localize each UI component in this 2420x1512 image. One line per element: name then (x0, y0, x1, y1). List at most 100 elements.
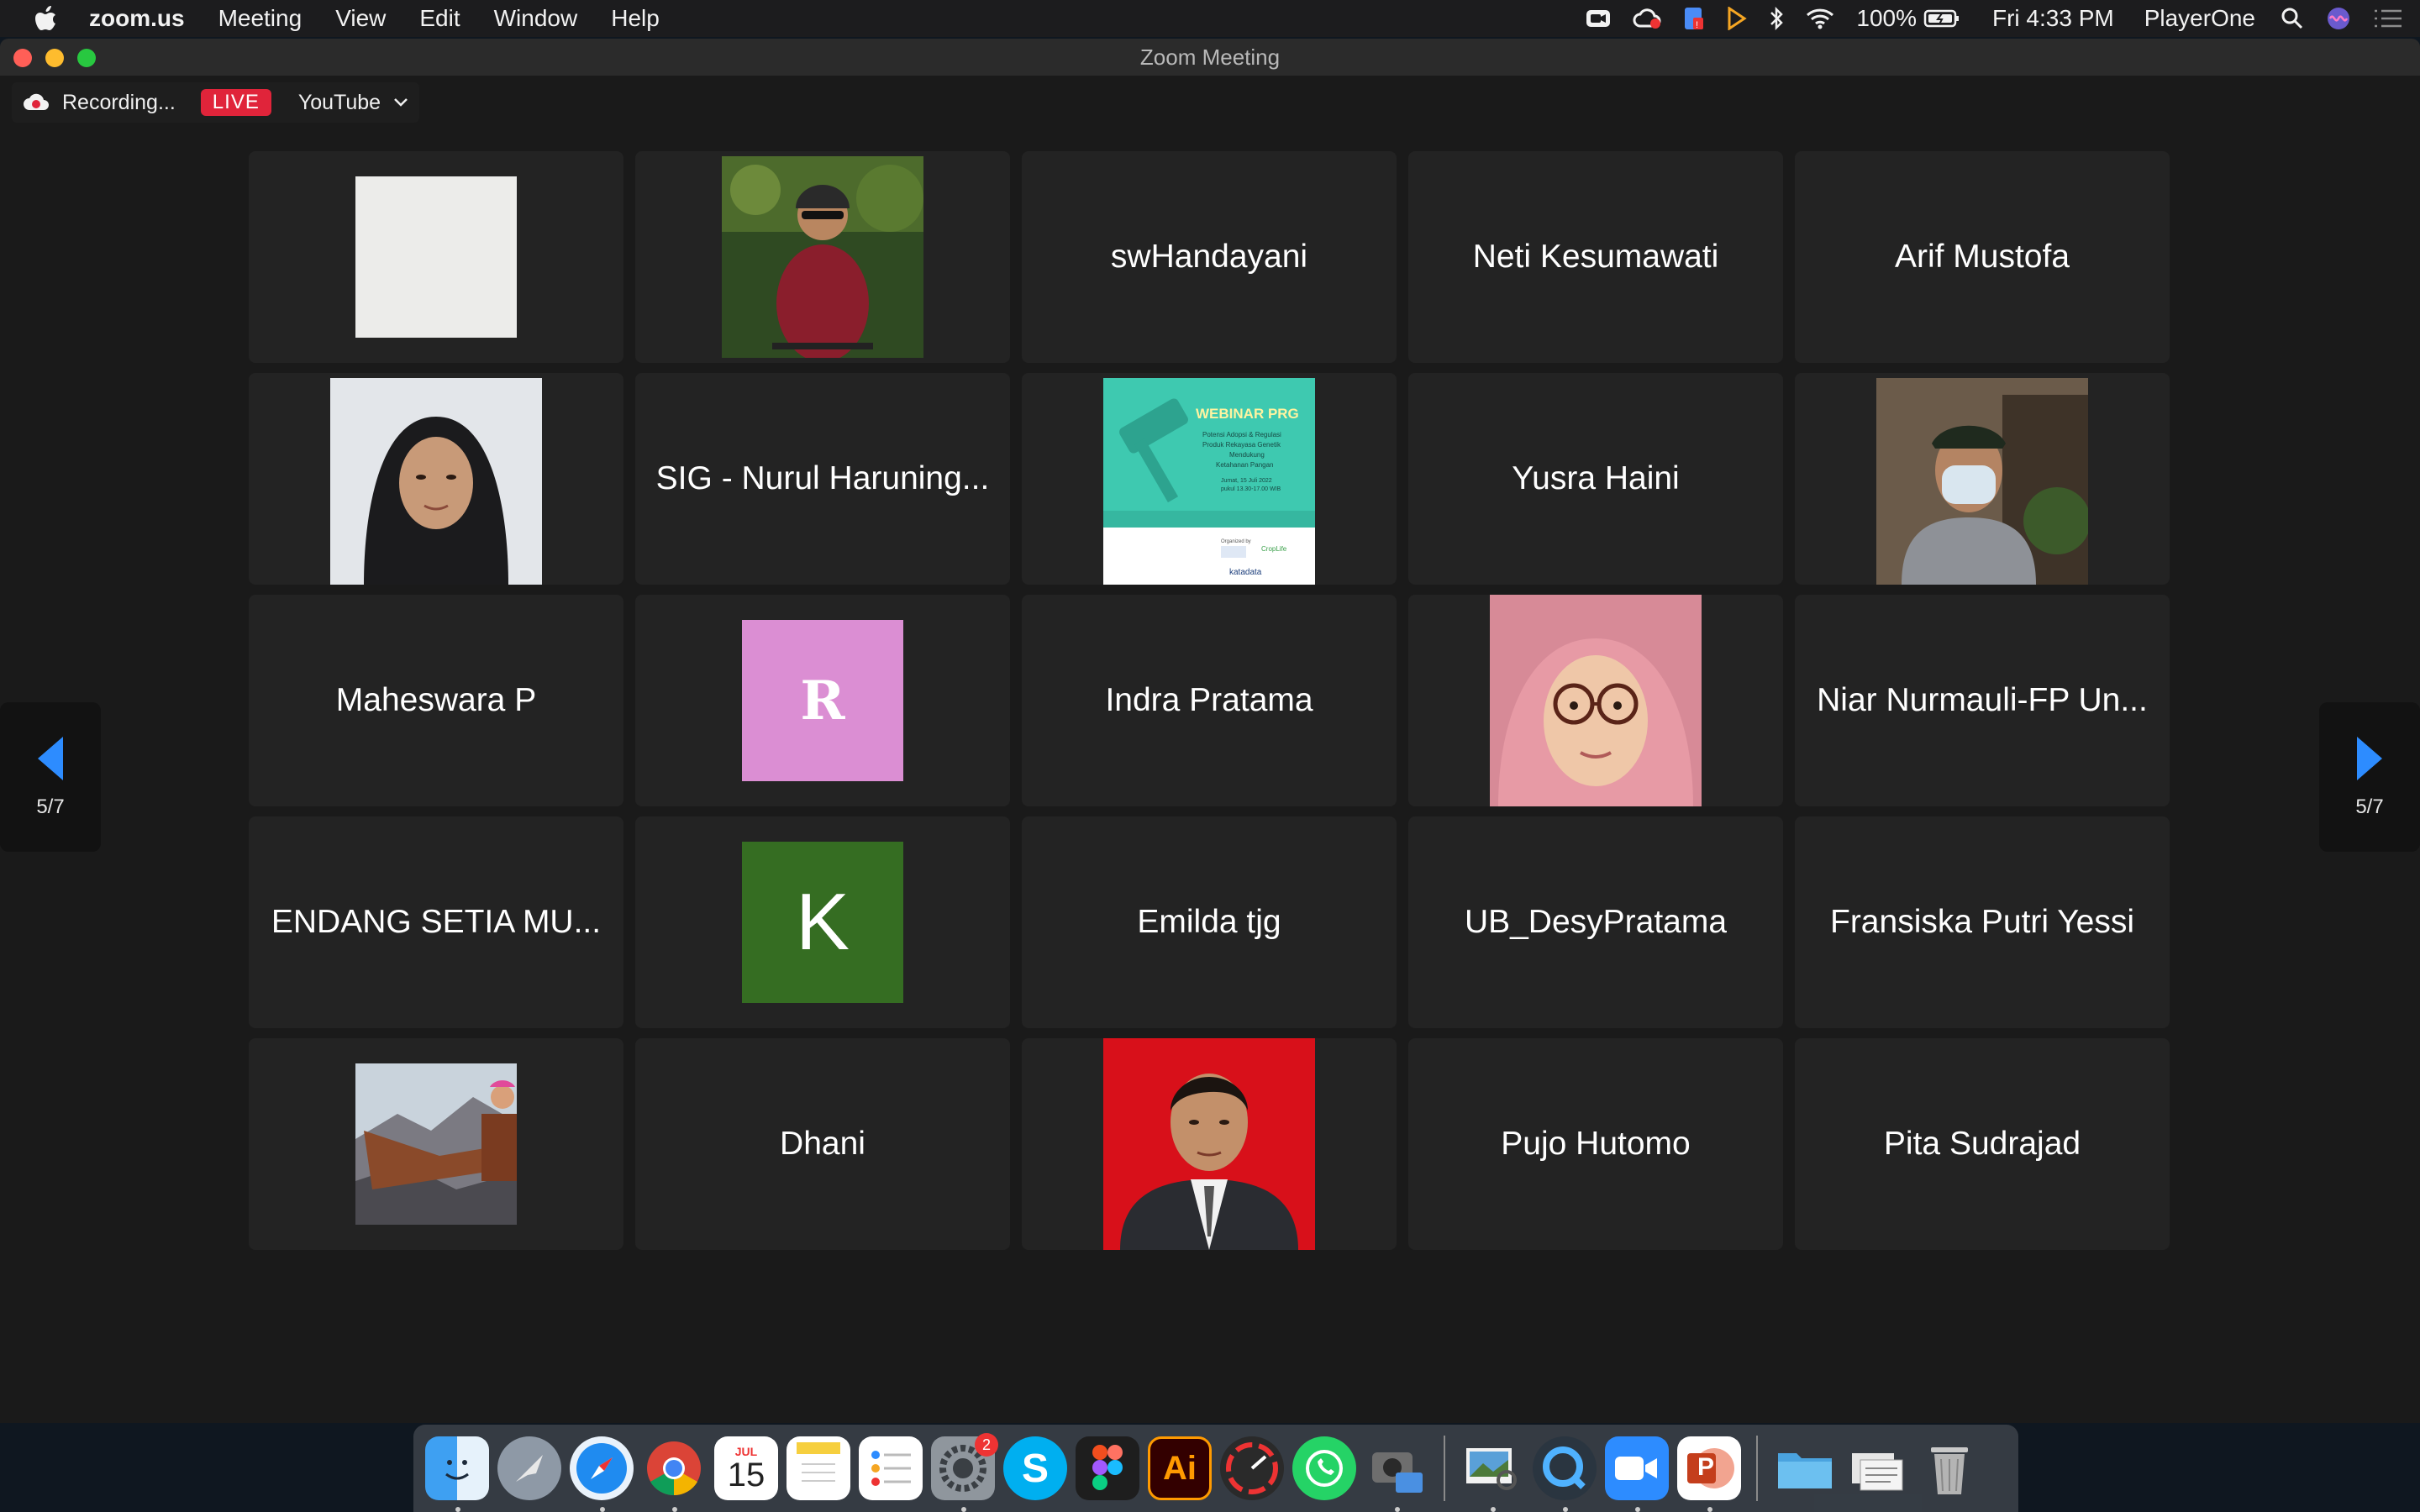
poster-time: pukul 13.30-17.00 WIB (1221, 486, 1281, 492)
participant-tile[interactable] (249, 151, 623, 363)
page-indicator-right: 5/7 (2355, 795, 2384, 818)
trash-icon[interactable] (1918, 1436, 1981, 1500)
participant-tile[interactable] (1022, 1038, 1397, 1250)
preview-icon[interactable] (1460, 1436, 1524, 1512)
participant-tile[interactable] (249, 1038, 623, 1250)
zoom-app-icon[interactable] (1605, 1436, 1669, 1512)
participant-tile[interactable]: SIG - Nurul Haruning... (635, 373, 1010, 585)
notification-badge: 2 (975, 1433, 998, 1457)
disk-diag-icon[interactable] (1220, 1436, 1284, 1500)
participant-tile[interactable] (249, 373, 623, 585)
participant-name: Arif Mustofa (1894, 239, 2070, 275)
cyclist-photo-icon (722, 156, 923, 358)
launchpad-icon[interactable] (497, 1436, 561, 1500)
wifi-icon[interactable] (1806, 0, 1834, 37)
figma-icon[interactable] (1076, 1436, 1139, 1500)
creative-cloud-icon[interactable] (1633, 0, 1661, 37)
battery-icon[interactable] (1923, 0, 1960, 37)
glasses-woman-photo-icon (1490, 595, 1702, 806)
stream-target-dropdown[interactable]: YouTube (298, 91, 409, 115)
menu-username[interactable]: PlayerOne (2144, 5, 2255, 32)
powerpoint-icon[interactable]: P (1677, 1436, 1741, 1512)
folder-icon[interactable] (1773, 1436, 1837, 1500)
window-fullscreen-button[interactable] (77, 49, 96, 67)
svg-text:Mendukung: Mendukung (1229, 451, 1265, 459)
participant-tile[interactable]: Pujo Hutomo (1408, 1038, 1783, 1250)
participant-tile[interactable]: Emilda tjg (1022, 816, 1397, 1028)
menu-edit[interactable]: Edit (419, 5, 460, 32)
zoom-status-icon[interactable] (1586, 0, 1611, 37)
participant-name: Neti Kesumawati (1472, 239, 1719, 275)
participant-tile[interactable]: K (635, 816, 1010, 1028)
hijab-woman-photo-icon (330, 378, 542, 585)
participant-tile[interactable]: UB_DesyPratama (1408, 816, 1783, 1028)
play-triangle-icon[interactable] (1727, 0, 1748, 37)
participant-tile[interactable]: Arif Mustofa (1795, 151, 2170, 363)
menu-meeting[interactable]: Meeting (218, 5, 302, 32)
notification-app-icon[interactable]: ! (1683, 0, 1705, 37)
menu-clock[interactable]: Fri 4:33 PM (1992, 5, 2114, 32)
skype-label: S (1021, 1446, 1049, 1491)
menu-window[interactable]: Window (494, 5, 578, 32)
window-titlebar[interactable]: Zoom Meeting (0, 39, 2420, 76)
participant-tile[interactable]: WEBINAR PRG Potensi Adopsi & Regulasi Pr… (1022, 373, 1397, 585)
recording-label[interactable]: Recording... (62, 91, 176, 115)
whatsapp-icon[interactable] (1292, 1436, 1356, 1500)
bluetooth-icon[interactable] (1769, 0, 1784, 37)
participant-tile[interactable]: Dhani (635, 1038, 1010, 1250)
calendar-icon[interactable]: JUL 15 (714, 1436, 778, 1500)
mountain-selfie-photo-icon (355, 1063, 517, 1225)
skype-icon[interactable]: S (1003, 1436, 1067, 1500)
window-close-button[interactable] (13, 49, 32, 67)
screenshot-camera-icon[interactable] (1365, 1436, 1428, 1512)
participant-name: Dhani (780, 1126, 865, 1162)
downloads-stack-icon[interactable] (1845, 1436, 1909, 1500)
participant-tile[interactable]: swHandayani (1022, 151, 1397, 363)
next-page-button[interactable]: 5/7 (2319, 702, 2420, 852)
participant-name: Pujo Hutomo (1501, 1126, 1691, 1162)
menu-view[interactable]: View (335, 5, 386, 32)
dock-separator (1756, 1436, 1758, 1501)
control-center-icon[interactable] (2373, 0, 2403, 37)
macos-dock: JUL 15 2 S Ai P (413, 1425, 2018, 1512)
spotlight-search-icon[interactable] (2281, 0, 2304, 37)
menu-help[interactable]: Help (611, 5, 660, 32)
siri-icon[interactable] (2326, 0, 2351, 37)
previous-page-button[interactable]: 5/7 (0, 702, 101, 852)
illustrator-icon[interactable]: Ai (1148, 1436, 1212, 1500)
participant-tile[interactable] (635, 151, 1010, 363)
page-indicator-left: 5/7 (36, 795, 65, 818)
participant-tile[interactable]: Pita Sudrajad (1795, 1038, 2170, 1250)
poster-title: WEBINAR PRG (1196, 406, 1299, 422)
participant-name: SIG - Nurul Haruning... (655, 460, 990, 496)
reminders-icon[interactable] (859, 1436, 923, 1500)
notes-icon[interactable] (786, 1436, 850, 1500)
participant-tile[interactable]: Indra Pratama (1022, 595, 1397, 806)
safari-icon[interactable] (570, 1436, 634, 1512)
system-preferences-icon[interactable]: 2 (931, 1433, 998, 1512)
arrow-right-icon (2357, 737, 2382, 780)
participant-tile[interactable]: Maheswara P (249, 595, 623, 806)
poster-organizer: Organized by (1221, 539, 1251, 544)
dock-separator (1444, 1436, 1445, 1501)
participant-tile[interactable]: Fransiska Putri Yessi (1795, 816, 2170, 1028)
chrome-icon[interactable] (642, 1436, 706, 1512)
participant-tile[interactable] (1408, 595, 1783, 806)
webinar-poster-photo-icon: WEBINAR PRG Potensi Adopsi & Regulasi Pr… (1103, 378, 1315, 585)
participant-tile[interactable]: R (635, 595, 1010, 806)
participant-tile[interactable]: Yusra Haini (1408, 373, 1783, 585)
participant-tile[interactable]: ENDANG SETIA MU... (249, 816, 623, 1028)
participant-name: ENDANG SETIA MU... (271, 904, 602, 940)
finder-icon[interactable] (425, 1436, 489, 1512)
participant-tile[interactable]: Neti Kesumawati (1408, 151, 1783, 363)
apple-logo-icon[interactable] (35, 6, 57, 31)
participant-tile[interactable]: Niar Nurmauli-FP Un... (1795, 595, 2170, 806)
formal-portrait-photo-icon (1103, 1038, 1315, 1250)
quicktime-icon[interactable] (1533, 1436, 1597, 1512)
menu-app-name[interactable]: zoom.us (89, 5, 185, 32)
blank-canvas-photo-icon (355, 176, 517, 338)
svg-text:!: ! (1696, 20, 1698, 30)
participant-tile[interactable] (1795, 373, 2170, 585)
window-minimize-button[interactable] (45, 49, 64, 67)
poster-media: katadata (1229, 568, 1262, 577)
